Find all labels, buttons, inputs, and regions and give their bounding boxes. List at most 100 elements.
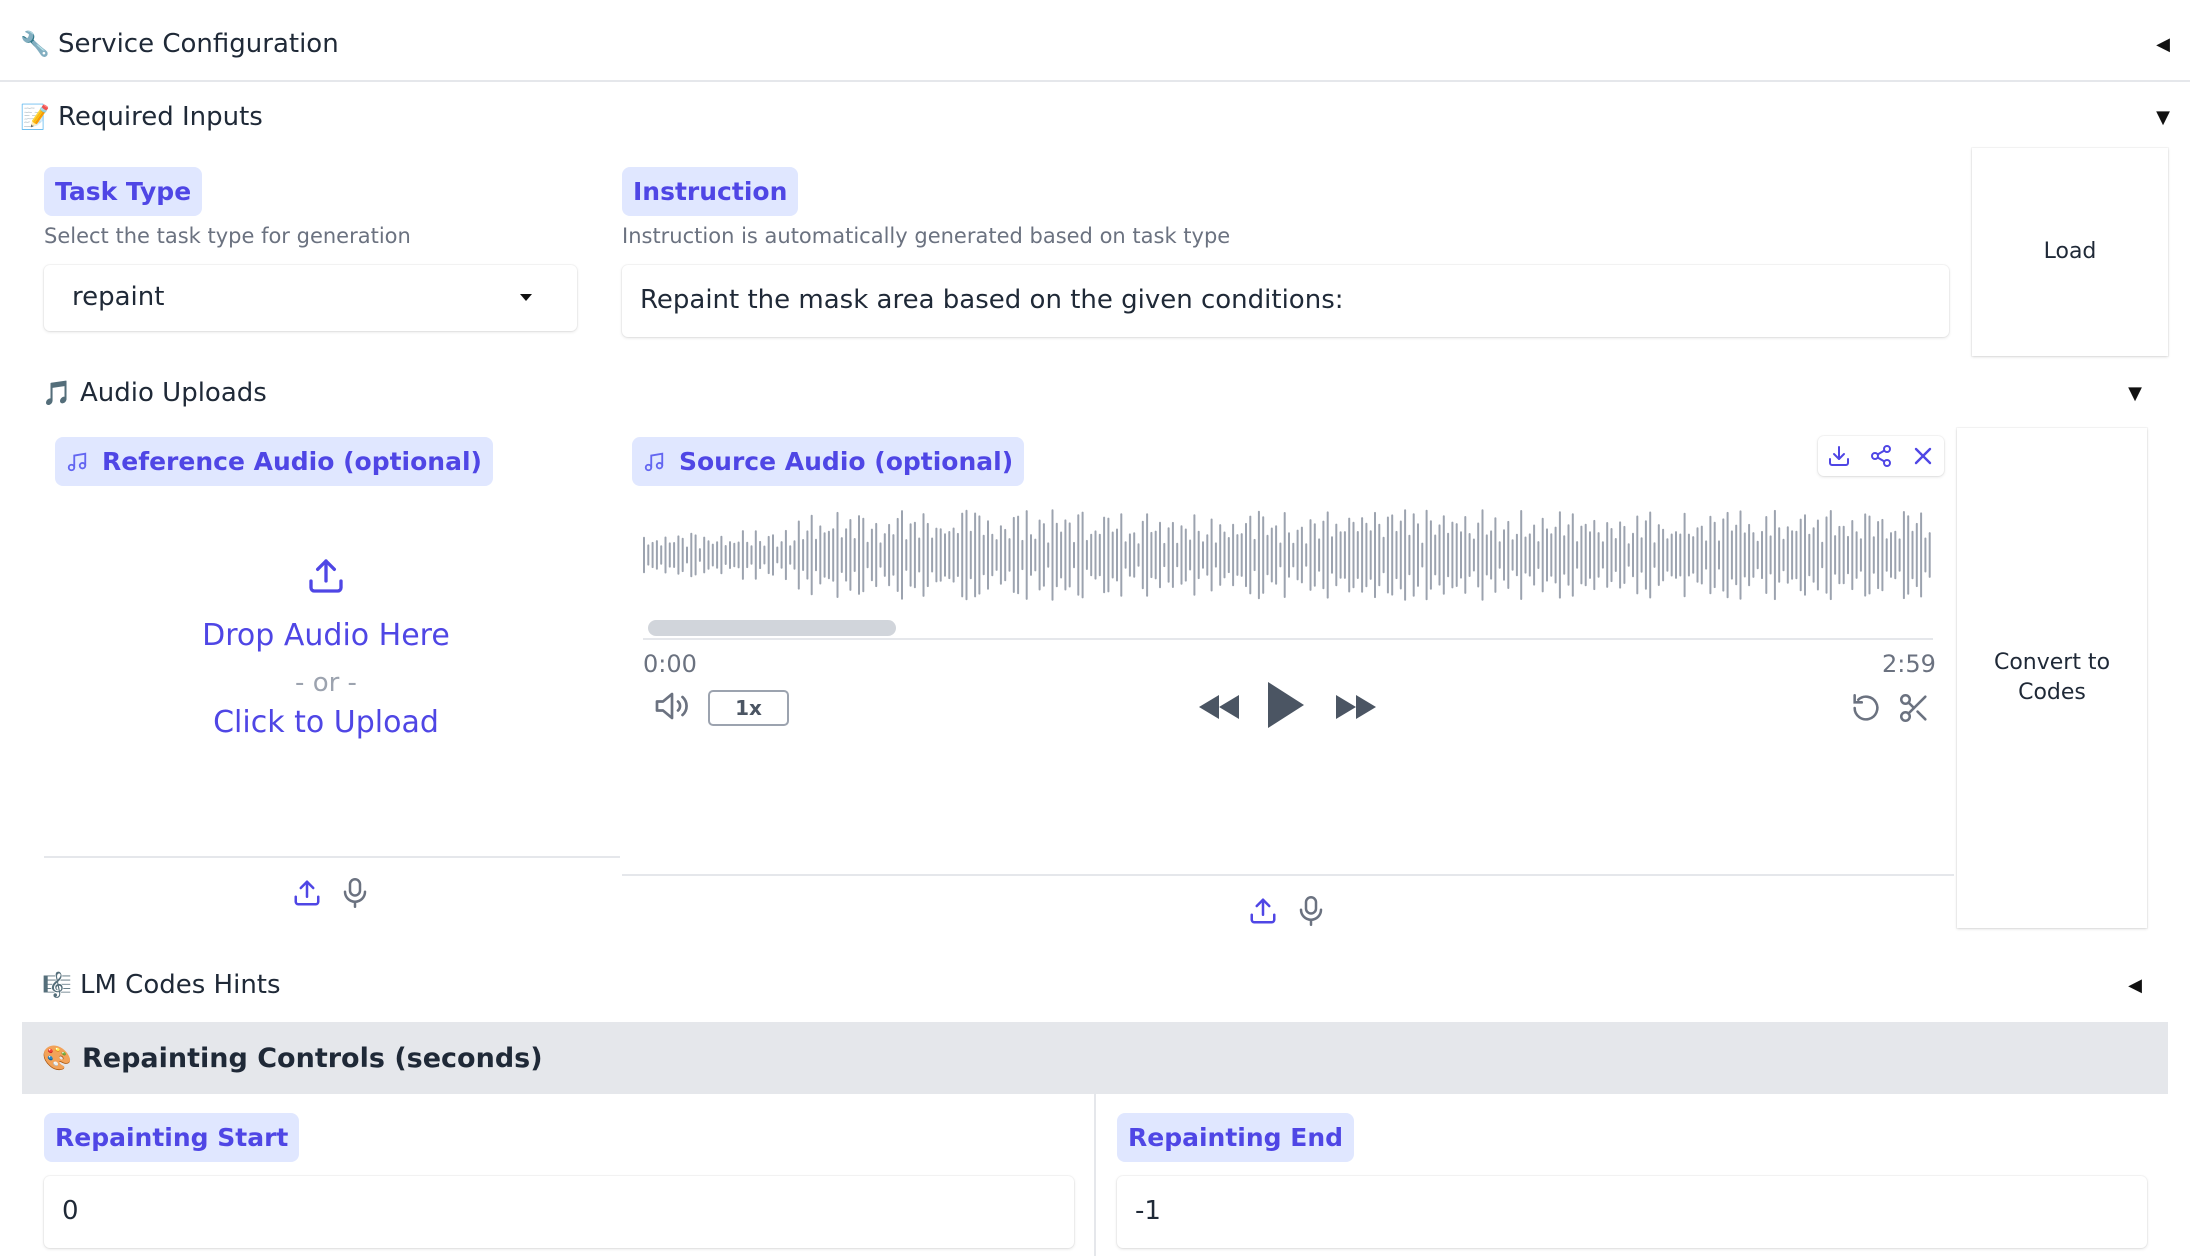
waveform-bar — [1670, 533, 1673, 577]
scissors-icon[interactable] — [1897, 691, 1931, 725]
waveform-bar — [1619, 521, 1622, 589]
waveform-bar — [793, 540, 796, 570]
waveform-bar — [784, 529, 787, 581]
waveform-bar — [1120, 513, 1123, 597]
waveform-bar — [888, 523, 891, 587]
waveform-bar — [853, 538, 856, 572]
waveform-bar — [1756, 540, 1759, 570]
waveform-bar — [1189, 539, 1192, 571]
waveform-bar — [1855, 531, 1858, 579]
waveform-bar — [1245, 522, 1247, 588]
fast-forward-icon[interactable] — [1334, 691, 1378, 723]
waveform-bar — [1425, 509, 1428, 601]
waveform-bar — [1434, 534, 1437, 576]
close-icon[interactable] — [1911, 444, 1935, 468]
waveform-bar — [1554, 526, 1557, 584]
convert-to-codes-button[interactable]: Convert to Codes — [1957, 428, 2147, 928]
reference-audio-label-text: Reference Audio (optional) — [102, 447, 482, 476]
microphone-icon[interactable] — [1296, 894, 1326, 928]
waveform-bar — [840, 537, 843, 573]
waveform-bar — [1700, 525, 1703, 585]
waveform-bar — [1851, 520, 1854, 591]
service-configuration-header[interactable]: 🔧 Service Configuration ◀ — [20, 24, 2170, 64]
audio-waveform[interactable] — [643, 505, 1933, 605]
convert-button-label-line2: Codes — [2018, 680, 2086, 705]
waveform-bar — [1361, 517, 1364, 593]
upload-source-icon[interactable] — [292, 878, 322, 908]
reference-audio-dropzone[interactable]: Drop Audio Here - or - Click to Upload — [44, 500, 619, 850]
lm-codes-hints-header[interactable]: 🎼 LM Codes Hints ◀ — [42, 965, 2142, 1005]
expand-arrow-icon[interactable]: ▼ — [2156, 107, 2170, 128]
waveform-bar — [1902, 511, 1905, 600]
source-audio-label: Source Audio (optional) — [632, 437, 1025, 486]
waveform-bar — [1232, 523, 1235, 587]
waveform-bar — [1890, 532, 1892, 578]
waveform-bar — [1382, 536, 1385, 574]
required-inputs-title: Required Inputs — [58, 102, 263, 132]
waveform-bar — [720, 535, 723, 575]
waveform-bar — [1008, 538, 1011, 572]
play-icon[interactable] — [1264, 680, 1306, 730]
waveform-bar — [1051, 509, 1054, 601]
waveform-bar — [1786, 526, 1789, 584]
waveform-bar — [1309, 519, 1312, 591]
volume-icon[interactable] — [652, 688, 692, 724]
audio-uploads-title: Audio Uploads — [80, 378, 267, 408]
divider — [622, 874, 1954, 876]
waveform-bar — [1761, 530, 1763, 580]
playback-speed-button[interactable]: 1x — [708, 690, 789, 726]
waveform-bar — [1193, 514, 1196, 596]
required-inputs-header[interactable]: 📝 Required Inputs ▼ — [20, 97, 2170, 137]
audio-uploads-header[interactable]: 🎵 Audio Uploads ▼ — [42, 373, 2142, 413]
waveform-bar — [1911, 530, 1914, 580]
reference-audio-label: Reference Audio (optional) — [55, 437, 493, 486]
waveform-bar — [1352, 521, 1355, 589]
music-icon — [67, 452, 87, 471]
palette-icon: 🎨 — [42, 1044, 72, 1072]
waveform-bar — [1696, 527, 1699, 583]
waveform-bar — [1266, 534, 1269, 576]
load-button[interactable]: Load — [1972, 148, 2168, 356]
waveform-bar — [1632, 532, 1634, 578]
rewind-icon[interactable] — [1197, 691, 1241, 723]
waveform-bar — [1494, 517, 1497, 593]
microphone-icon[interactable] — [340, 876, 370, 910]
waveform-bar — [1017, 515, 1020, 595]
waveform-bar — [797, 520, 800, 590]
waveform-bar — [948, 531, 951, 580]
waveform-bar — [729, 541, 731, 569]
waveform-bar — [1718, 540, 1720, 570]
waveform-bar — [1408, 534, 1411, 576]
collapse-arrow-icon[interactable]: ◀ — [2156, 34, 2170, 55]
reset-icon[interactable] — [1849, 691, 1883, 725]
waveform-scrollbar[interactable] — [648, 620, 896, 636]
waveform-bar — [643, 536, 645, 574]
waveform-bar — [978, 515, 981, 595]
instruction-textbox[interactable]: Repaint the mask area based on the given… — [622, 265, 1949, 337]
waveform-bar — [1580, 525, 1583, 585]
waveform-bar — [1722, 518, 1725, 592]
expand-arrow-icon[interactable]: ▼ — [2128, 383, 2142, 404]
upload-source-icon[interactable] — [1248, 896, 1278, 926]
waveform-bar — [1808, 533, 1811, 577]
download-icon[interactable] — [1827, 444, 1851, 468]
waveform-bar — [1004, 528, 1007, 582]
waveform-bar — [1533, 524, 1536, 586]
waveform-bar — [1601, 541, 1604, 569]
waveform-bar — [1739, 510, 1742, 600]
repainting-end-input[interactable]: -1 — [1117, 1176, 2147, 1248]
collapse-arrow-icon[interactable]: ◀ — [2128, 975, 2142, 996]
waveform-bar — [1094, 530, 1097, 580]
task-type-label: Task Type — [44, 167, 203, 216]
waveform-bar — [961, 512, 964, 598]
share-icon[interactable] — [1869, 444, 1893, 468]
repainting-start-input[interactable]: 0 — [44, 1176, 1074, 1248]
instruction-label-text: Instruction — [633, 177, 788, 206]
task-type-dropdown[interactable]: repaint — [44, 265, 577, 331]
upload-icon — [309, 559, 343, 593]
waveform-bar — [1154, 530, 1157, 580]
waveform-bar — [1103, 516, 1106, 594]
waveform-bar — [686, 546, 688, 564]
waveform-bar — [651, 541, 654, 569]
waveform-bar — [1859, 538, 1862, 572]
